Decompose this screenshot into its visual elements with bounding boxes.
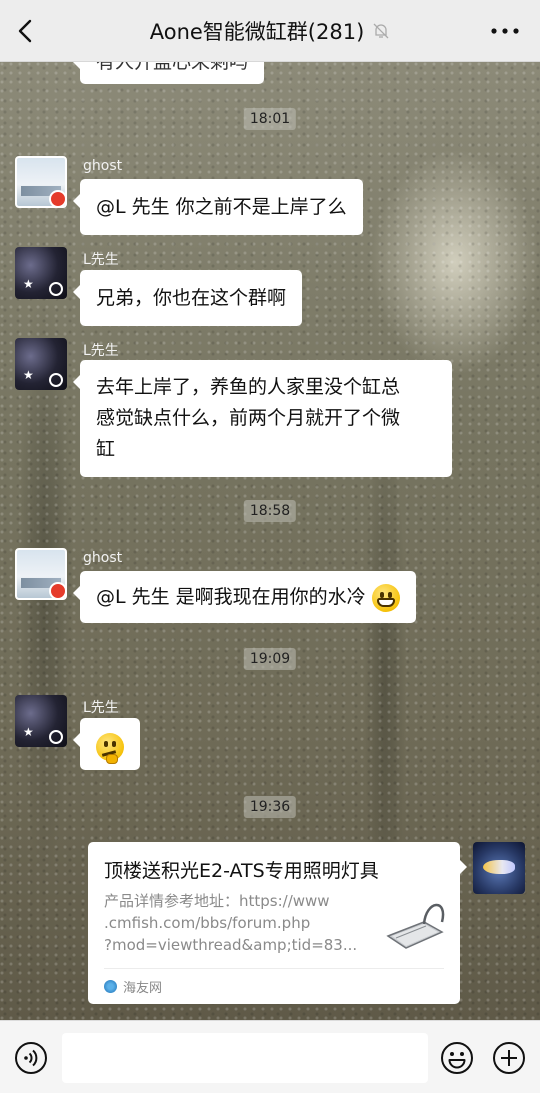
chat-title: Aone智能微缸群(281) [149, 20, 365, 44]
source-logo-icon [104, 980, 117, 993]
timestamp: 19:09 [243, 648, 297, 670]
message-bubble[interactable] [73, 718, 140, 770]
sender-name: L先生 [83, 343, 119, 359]
input-bar [0, 1020, 540, 1093]
lamp-thumbnail-image [378, 892, 446, 954]
message-bubble-partial[interactable]: 有人开盖心来剩吗 [72, 62, 265, 84]
message-line: 去年上岸了，养鱼的人家里没个缸总 [96, 376, 401, 398]
sender-name: L先生 [83, 700, 119, 716]
chat-title-area: Aone智能微缸群(281) [0, 16, 540, 46]
star-icon: ★ [23, 725, 34, 739]
link-card-title: 顶楼送积光E2-ATS专用照明灯具 [104, 860, 379, 882]
message-input[interactable] [62, 1033, 428, 1083]
avatar-flag-badge [49, 190, 65, 206]
plus-icon[interactable] [492, 1041, 526, 1075]
avatar-l[interactable]: ★ [15, 247, 67, 299]
timestamp: 18:01 [243, 108, 297, 130]
partial-message-text: 有人开盖心来剩吗 [96, 62, 249, 73]
avatar-l[interactable]: ★ [15, 695, 67, 747]
grin-emoji-icon [371, 583, 400, 612]
star-icon: ★ [23, 277, 34, 291]
sender-name: L先生 [83, 252, 119, 268]
circle-icon [49, 730, 63, 744]
link-card[interactable]: 顶楼送积光E2-ATS专用照明灯具 产品详情参考地址：https://www .… [88, 842, 467, 1004]
top-bar: Aone智能微缸群(281) [0, 0, 540, 62]
voice-icon[interactable] [14, 1041, 48, 1075]
message-text: @L 先生 你之前不是上岸了么 [96, 196, 347, 218]
timestamp: 19:36 [243, 796, 297, 818]
sender-name: ghost [83, 158, 123, 174]
message-bubble[interactable]: 兄弟，你也在这个群啊 [72, 270, 303, 326]
message-bubble[interactable]: @L 先生 是啊我现在用你的水冷 [73, 571, 416, 623]
link-card-desc-line: 产品详情参考地址：https://www [104, 892, 330, 910]
more-dots-icon[interactable] [490, 22, 520, 40]
bell-mute-icon [373, 23, 389, 39]
avatar-self[interactable] [473, 842, 525, 894]
message-bubble[interactable]: @L 先生 你之前不是上岸了么 [73, 179, 363, 235]
circle-icon [49, 282, 63, 296]
message-text: 兄弟，你也在这个群啊 [96, 287, 287, 309]
star-icon: ★ [23, 368, 34, 382]
chat-area[interactable]: 有人开盖心来剩吗 18:01 ghost @L 先生 你之前不是上岸了么 ★ L… [0, 62, 540, 1020]
message-line: 缸 [96, 438, 116, 460]
avatar-ghost[interactable] [15, 548, 67, 600]
thinking-emoji-icon [96, 732, 124, 764]
avatar-ghost[interactable] [15, 156, 67, 208]
sender-name: ghost [83, 550, 123, 566]
link-card-description: 产品详情参考地址：https://www .cmfish.com/bbs/for… [104, 890, 366, 956]
link-card-desc-line: .cmfish.com/bbs/forum.php [104, 914, 311, 932]
link-card-source: 海友网 [123, 981, 163, 996]
fish-icon [483, 860, 515, 874]
avatar-l[interactable]: ★ [15, 338, 67, 390]
timestamp: 18:58 [243, 500, 297, 522]
message-line: 感觉缺点什么，前两个月就开了个微 [96, 407, 401, 429]
message-text: @L 先生 是啊我现在用你的水冷 [96, 586, 366, 608]
avatar-flag-badge [49, 582, 65, 598]
message-bubble[interactable]: 去年上岸了，养鱼的人家里没个缸总 感觉缺点什么，前两个月就开了个微 缸 [73, 360, 452, 477]
link-card-desc-line: ?mod=viewthread&amp;tid=83... [104, 936, 358, 954]
circle-icon [49, 373, 63, 387]
link-card-footer: 海友网 [104, 968, 444, 996]
emoji-icon[interactable] [440, 1041, 474, 1075]
